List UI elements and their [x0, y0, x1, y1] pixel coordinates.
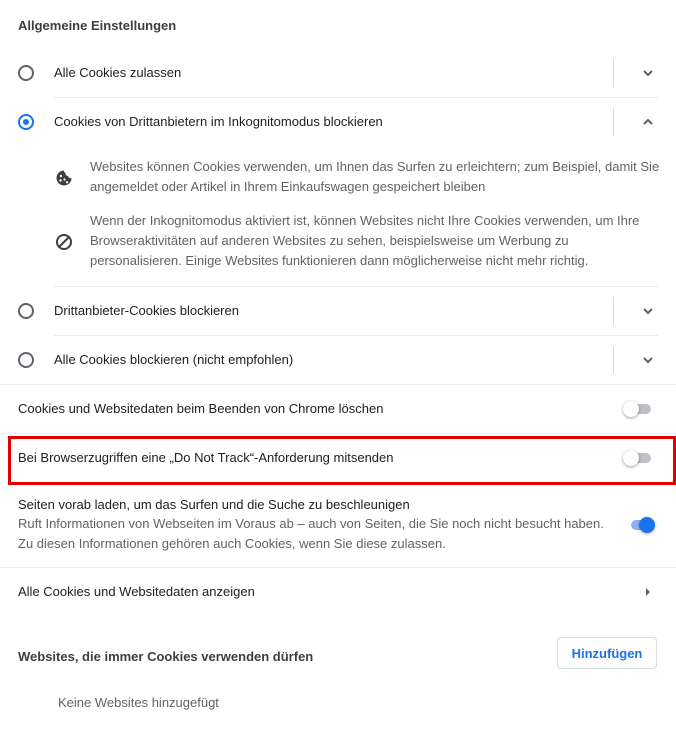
preload-toggle[interactable]: [627, 517, 655, 533]
row-separator: [613, 108, 614, 136]
radio-allow-all-label: Alle Cookies zulassen: [54, 65, 182, 80]
radio-block-incognito[interactable]: [18, 114, 34, 130]
incognito-block-description: Wenn der Inkognitomodus aktiviert ist, k…: [90, 211, 660, 271]
allowed-sites-title: Websites, die immer Cookies verwenden dü…: [18, 649, 314, 664]
radio-allow-all-row[interactable]: Alle Cookies zulassen: [0, 49, 676, 97]
chevron-down-icon[interactable]: [640, 303, 656, 319]
toggle-knob: [623, 401, 639, 417]
clear-on-exit-row[interactable]: Cookies und Websitedaten beim Beenden vo…: [0, 385, 676, 433]
all-cookies-link-label: Alle Cookies und Websitedaten anzeigen: [18, 584, 255, 599]
allowed-sites-empty-text: Keine Websites hinzugefügt: [58, 695, 219, 710]
radio-block-all-label: Alle Cookies blockieren (nicht empfohlen…: [54, 352, 294, 367]
do-not-track-label: Bei Browserzugriffen eine „Do Not Track“…: [18, 450, 394, 465]
incognito-block-description-line-2: Browseraktivitäten auf anderen Websites …: [90, 233, 569, 248]
cookie-description-line-2: angemeldet oder Artikel in Ihrem Einkauf…: [90, 179, 486, 194]
preload-label: Seiten vorab laden, um das Surfen und di…: [18, 497, 410, 512]
chevron-up-icon[interactable]: [640, 114, 656, 130]
radio-block-incognito-label: Cookies von Drittanbietern im Inkognitom…: [54, 114, 383, 129]
cookie-description: Websites können Cookies verwenden, um Ih…: [90, 157, 660, 197]
preload-description: Ruft Informationen von Webseiten im Vora…: [18, 514, 604, 554]
chevron-down-icon[interactable]: [640, 65, 656, 81]
do-not-track-row[interactable]: Bei Browserzugriffen eine „Do Not Track“…: [0, 434, 676, 482]
radio-allow-all[interactable]: [18, 65, 34, 81]
radio-block-third-party-row[interactable]: Drittanbieter-Cookies blockieren: [0, 287, 676, 335]
cookie-icon: [56, 170, 72, 186]
preload-description-line-2: Zu diesen Informationen gehören auch Coo…: [18, 536, 446, 551]
clear-on-exit-label: Cookies und Websitedaten beim Beenden vo…: [18, 401, 384, 416]
arrow-right-icon[interactable]: [644, 587, 652, 597]
radio-block-all-row[interactable]: Alle Cookies blockieren (nicht empfohlen…: [0, 336, 676, 384]
radio-block-third-party-label: Drittanbieter-Cookies blockieren: [54, 303, 239, 318]
section-title-general: Allgemeine Einstellungen: [18, 18, 177, 33]
chevron-down-icon[interactable]: [640, 352, 656, 368]
all-cookies-link-row[interactable]: Alle Cookies und Websitedaten anzeigen: [0, 568, 676, 616]
radio-block-all[interactable]: [18, 352, 34, 368]
incognito-block-description-line-1: Wenn der Inkognitomodus aktiviert ist, k…: [90, 213, 640, 228]
row-separator: [613, 346, 614, 374]
toggle-knob: [623, 450, 639, 466]
incognito-block-description-line-3: personalisieren. Einige Websites funktio…: [90, 253, 589, 268]
block-icon: [56, 234, 72, 250]
clear-on-exit-toggle[interactable]: [623, 401, 651, 417]
do-not-track-toggle[interactable]: [623, 450, 651, 466]
row-separator: [613, 297, 614, 325]
preload-description-line-1: Ruft Informationen von Webseiten im Vora…: [18, 516, 604, 531]
radio-block-third-party[interactable]: [18, 303, 34, 319]
cookie-description-line-1: Websites können Cookies verwenden, um Ih…: [90, 159, 660, 174]
toggle-knob: [639, 517, 655, 533]
row-separator: [613, 59, 614, 87]
preload-row[interactable]: Seiten vorab laden, um das Surfen und di…: [0, 488, 676, 566]
radio-block-incognito-row[interactable]: Cookies von Drittanbietern im Inkognitom…: [0, 98, 676, 146]
add-site-button[interactable]: Hinzufügen: [557, 637, 657, 669]
